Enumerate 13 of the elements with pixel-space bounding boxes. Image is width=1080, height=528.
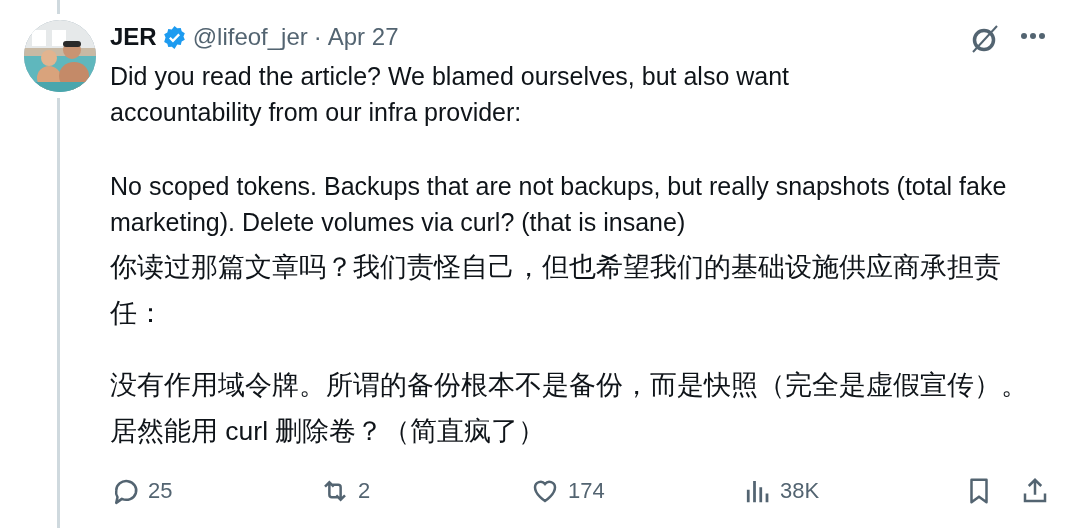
views-button[interactable]: 38K bbox=[742, 474, 820, 507]
author-handle[interactable]: @lifeof_jer bbox=[192, 19, 308, 55]
post-text: No scoped tokens. Backups that are not backups, but really snapshots (total fake marketing). Delete volumes via curl? (that is insane) bbox=[110, 171, 1008, 238]
more-icon[interactable] bbox=[1020, 32, 1046, 40]
like-button[interactable]: 174 bbox=[530, 474, 605, 507]
separator: · bbox=[313, 22, 322, 52]
post-text: 没有作用域令牌。所谓的备份根本不是备份，而是快照（完全是虚假宣传）。居然能用 curl 删除卷？（简直疯了） bbox=[110, 369, 1029, 448]
repost-button[interactable]: 2 bbox=[320, 474, 371, 507]
reply-button[interactable]: 25 bbox=[110, 474, 173, 507]
post-text: Did you read the article? We blamed ourselves, but also want accountability from our infra provider: bbox=[110, 61, 791, 128]
author-name[interactable]: JER bbox=[110, 19, 157, 55]
post-text: 你读过那篇文章吗？我们责怪自己，但也希望我们的基础设施供应商承担责任： bbox=[110, 251, 1002, 330]
post-date[interactable]: Apr 27 bbox=[327, 19, 399, 55]
